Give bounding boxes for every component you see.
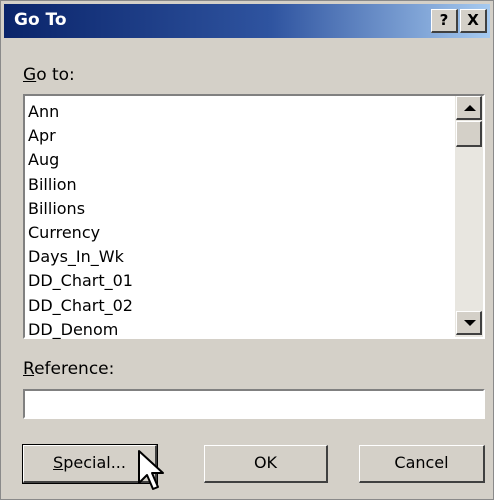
ok-button[interactable]: OK	[204, 445, 328, 483]
goto-listbox[interactable]: Ann Apr Aug Billion Billions Currency Days_In_…	[23, 94, 485, 339]
reference-label-text: eference:	[34, 359, 115, 379]
mouse-pointer-icon	[138, 450, 164, 490]
scroll-thumb[interactable]	[456, 121, 482, 147]
title-bar[interactable]: Go To ? X	[4, 4, 490, 38]
list-item[interactable]: DD_Denom	[28, 318, 133, 342]
reference-label: Reference:	[23, 359, 114, 379]
list-item[interactable]: Days_In_Wk	[28, 245, 133, 269]
goto-label-mnemonic: G	[23, 65, 37, 85]
list-item[interactable]: Apr	[28, 124, 133, 148]
list-scrollbar[interactable]	[455, 96, 483, 337]
special-button-mnemonic: S	[53, 453, 64, 472]
list-item[interactable]: Currency	[28, 221, 133, 245]
reference-label-mnemonic: R	[23, 359, 35, 379]
goto-list: Ann Apr Aug Billion Billions Currency Days_In_…	[28, 100, 133, 342]
help-icon[interactable]: ?	[431, 9, 458, 33]
go-to-dialog: Go To ? X Go to: Ann Apr Aug Billion Billion…	[0, 0, 494, 500]
list-item[interactable]: Aug	[28, 148, 133, 172]
goto-label: Go to:	[23, 65, 75, 85]
scroll-down-button[interactable]	[456, 311, 482, 335]
close-icon[interactable]: X	[460, 9, 487, 33]
cancel-button[interactable]: Cancel	[359, 445, 485, 483]
list-item[interactable]: DD_Chart_01	[28, 269, 133, 293]
scroll-down-icon	[464, 320, 476, 326]
scroll-up-button[interactable]	[456, 96, 482, 120]
goto-label-text: o to:	[36, 65, 75, 85]
list-item[interactable]: DD_Chart_02	[28, 294, 133, 318]
scroll-up-icon	[464, 105, 476, 111]
special-button-text: pecial...	[63, 453, 126, 472]
dialog-title: Go To	[14, 10, 67, 30]
list-item[interactable]: Ann	[28, 100, 133, 124]
list-item[interactable]: Billions	[28, 197, 133, 221]
reference-input[interactable]	[23, 389, 485, 419]
list-item[interactable]: Billion	[28, 173, 133, 197]
